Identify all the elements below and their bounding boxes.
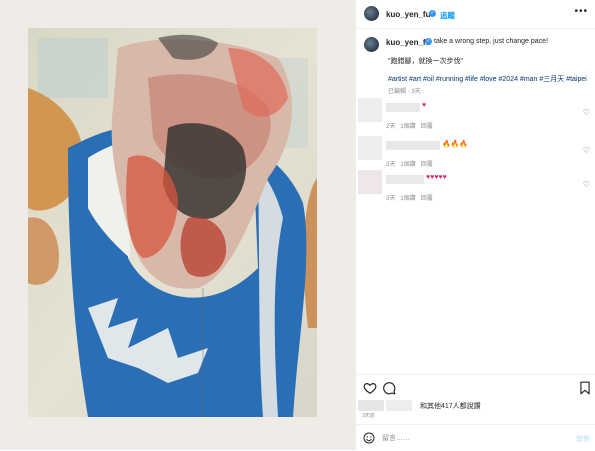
- commenter-avatar[interactable]: [358, 98, 382, 122]
- reply-button[interactable]: 回覆: [421, 124, 433, 130]
- commenter-avatar[interactable]: [358, 170, 382, 194]
- post-details-panel: kuo_yen_fu ✓ 追蹤 ••• kuo_yen_fu ✓ take a …: [355, 0, 595, 450]
- comment-time: 3天: [386, 162, 396, 168]
- verified-badge-icon: ✓: [429, 10, 436, 17]
- liker-avatars[interactable]: [358, 400, 384, 411]
- caption-meta: 已編輯 · 3天: [388, 89, 421, 95]
- caption-text: take a wrong step, just change pace!: [434, 38, 549, 45]
- comment-time: 2天: [386, 124, 396, 130]
- likes-summary: 和其他417人都說讚 3天前: [356, 398, 595, 424]
- post-image-painting[interactable]: [28, 28, 317, 417]
- comment-item: 🔥🔥🔥 3天 1個讚 回覆 ♡: [356, 136, 595, 172]
- comment-like-heart-icon[interactable]: ♡: [583, 108, 590, 117]
- comment-text: ♥♥♥♥♥: [426, 174, 447, 181]
- comment-text: 🔥🔥🔥: [442, 141, 469, 148]
- commenter-username[interactable]: [386, 103, 420, 112]
- comment-item: ♥ 2天 1個讚 回覆 ♡: [356, 98, 595, 134]
- post-comment-button[interactable]: 發佈: [576, 434, 590, 444]
- post-header: kuo_yen_fu ✓ 追蹤 •••: [356, 0, 595, 29]
- bookmark-icon[interactable]: [578, 381, 592, 395]
- caption-hashtags[interactable]: #artist #art #oil #running #life #love #…: [388, 74, 587, 84]
- instagram-post-window: kuo_yen_fu ✓ 追蹤 ••• kuo_yen_fu ✓ take a …: [0, 0, 595, 450]
- heart-icon[interactable]: [363, 381, 377, 395]
- comment-meta: 3天 1個讚 回覆: [386, 193, 433, 202]
- action-bar: [356, 374, 595, 399]
- post-date: 3天前: [362, 413, 375, 419]
- comment-likes[interactable]: 1個讚: [400, 196, 415, 202]
- comment-meta: 2天 1個讚 回覆: [386, 121, 433, 130]
- comment-like-heart-icon[interactable]: ♡: [583, 180, 590, 189]
- commenter-avatar[interactable]: [358, 136, 382, 160]
- author-avatar[interactable]: [364, 6, 379, 21]
- post-media-area: [0, 0, 355, 450]
- comment-text: ♥: [422, 102, 427, 109]
- comments-scroll-area[interactable]: kuo_yen_fu ✓ take a wrong step, just cha…: [356, 28, 595, 373]
- commenter-username[interactable]: [386, 175, 424, 184]
- liker-username[interactable]: [386, 400, 412, 411]
- comment-likes[interactable]: 1個讚: [400, 124, 415, 130]
- comment-likes[interactable]: 1個讚: [400, 162, 415, 168]
- smiley-icon[interactable]: [363, 432, 375, 444]
- comment-time: 3天: [386, 196, 396, 202]
- author-username[interactable]: kuo_yen_fu: [386, 10, 430, 19]
- caption-quote: "跑錯腳，就換一次步伐": [388, 58, 463, 65]
- comment-like-heart-icon[interactable]: ♡: [583, 146, 590, 155]
- comment-item: ♥♥♥♥♥ 3天 1個讚 回覆 ♡: [356, 170, 595, 206]
- reply-button[interactable]: 回覆: [421, 196, 433, 202]
- verified-badge-icon: ✓: [425, 38, 432, 45]
- more-options-icon[interactable]: •••: [574, 7, 588, 17]
- comment-meta: 3天 1個讚 回覆: [386, 159, 433, 168]
- likes-count-text[interactable]: 和其他417人都說讚: [420, 401, 481, 411]
- commenter-username[interactable]: [386, 141, 440, 150]
- comment-input[interactable]: [382, 431, 552, 445]
- comment-icon[interactable]: [382, 381, 396, 395]
- follow-button[interactable]: 追蹤: [440, 10, 455, 21]
- reply-button[interactable]: 回覆: [421, 162, 433, 168]
- caption-username[interactable]: kuo_yen_fu: [386, 38, 430, 47]
- comment-composer: 發佈: [356, 424, 595, 451]
- caption-author-avatar[interactable]: [364, 37, 379, 52]
